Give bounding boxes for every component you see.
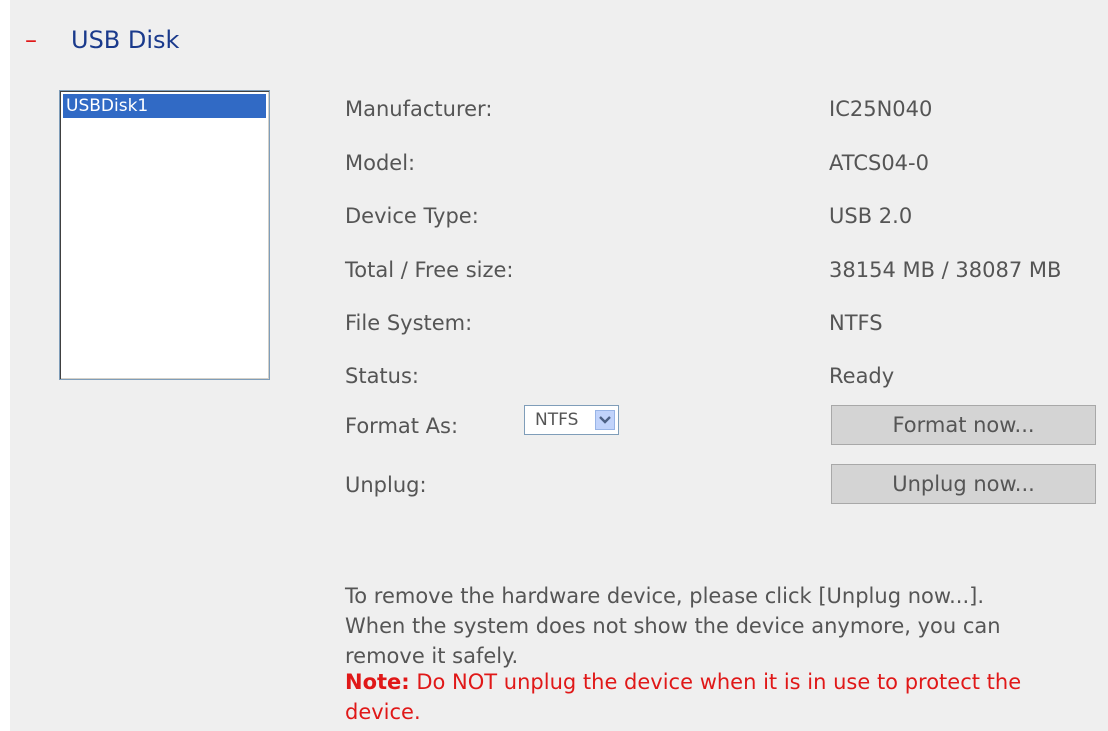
note-text: Note: Do NOT unplug the device when it i… <box>345 667 1035 727</box>
settings-panel: – USB Disk USBDisk1 Manufacturer: IC25N0… <box>10 0 1108 731</box>
section-header: – USB Disk <box>25 24 179 56</box>
size-value: 38154 MB / 38087 MB <box>829 258 1062 282</box>
chevron-down-icon[interactable] <box>595 410 615 430</box>
unplug-label: Unplug: <box>345 473 427 497</box>
status-label: Status: <box>345 364 419 388</box>
device-type-label: Device Type: <box>345 204 479 228</box>
disk-listbox[interactable]: USBDisk1 <box>59 90 270 380</box>
collapse-icon[interactable]: – <box>25 26 49 54</box>
format-type-selected-value: NTFS <box>535 410 579 430</box>
file-system-value: NTFS <box>829 311 883 335</box>
size-label: Total / Free size: <box>345 258 514 282</box>
note-message: Do NOT unplug the device when it is in u… <box>345 670 1022 724</box>
model-value: ATCS04-0 <box>829 151 929 175</box>
section-title: USB Disk <box>71 26 180 54</box>
unplug-now-button[interactable]: Unplug now... <box>831 464 1096 504</box>
status-value: Ready <box>829 364 895 388</box>
note-label: Note: <box>345 670 410 694</box>
format-as-label: Format As: <box>345 414 459 438</box>
usb-disk-page: – USB Disk USBDisk1 Manufacturer: IC25N0… <box>0 0 1108 731</box>
format-type-select[interactable]: NTFS <box>524 405 619 435</box>
manufacturer-label: Manufacturer: <box>345 97 493 121</box>
manufacturer-value: IC25N040 <box>829 97 933 121</box>
help-text: To remove the hardware device, please cl… <box>345 584 1001 668</box>
disk-list-item[interactable]: USBDisk1 <box>63 94 266 118</box>
format-now-button[interactable]: Format now... <box>831 405 1096 445</box>
file-system-label: File System: <box>345 311 473 335</box>
device-type-value: USB 2.0 <box>829 204 913 228</box>
model-label: Model: <box>345 151 416 175</box>
